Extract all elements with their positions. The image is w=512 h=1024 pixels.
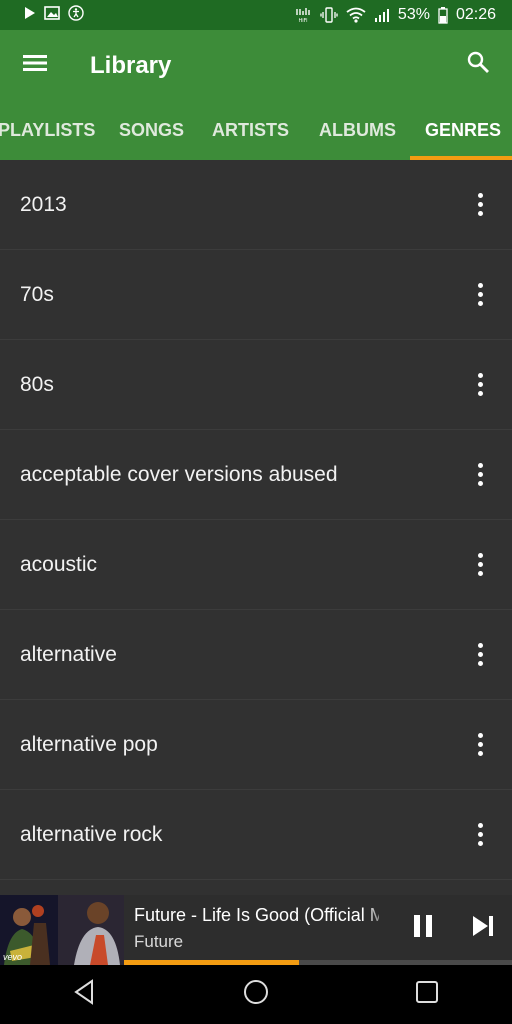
vibrate-icon (320, 7, 338, 23)
genre-name: acoustic (20, 552, 98, 576)
recents-icon (414, 979, 440, 1010)
back-button[interactable] (61, 971, 109, 1019)
more-options-icon[interactable] (468, 729, 492, 761)
signal-icon (374, 7, 390, 23)
battery-icon (438, 6, 448, 24)
more-options-icon[interactable] (468, 369, 492, 401)
image-icon (44, 5, 60, 25)
genre-name: 70s (20, 282, 54, 306)
list-item[interactable]: 80s (0, 340, 512, 430)
genre-name: 2013 (20, 192, 67, 216)
list-item[interactable]: acoustic (0, 520, 512, 610)
list-item[interactable]: alternative (0, 610, 512, 700)
pause-button[interactable] (405, 910, 441, 946)
tab-songs[interactable]: SONGS (119, 100, 184, 160)
genre-name: alternative rock (20, 822, 163, 846)
battery-percent: 53% (397, 6, 430, 23)
pause-icon (412, 914, 434, 943)
status-bar: HiFi 53% 02:26 (0, 0, 512, 30)
library-tabs: PLAYLISTS SONGS ARTISTS ALBUMS GENRES (0, 100, 512, 160)
now-playing-bar[interactable]: vevo Future - Life Is Good (Official Mus… (0, 895, 512, 965)
page-title: Library (90, 52, 172, 79)
genre-name: alternative pop (20, 732, 158, 756)
recents-button[interactable] (403, 971, 451, 1019)
genre-name: 80s (20, 372, 54, 396)
more-options-icon[interactable] (468, 549, 492, 581)
more-options-icon[interactable] (468, 459, 492, 491)
list-item[interactable]: 70s (0, 250, 512, 340)
hifi-icon: HiFi (294, 7, 312, 23)
home-icon (242, 978, 270, 1011)
skip-next-icon (471, 915, 495, 942)
title-fade (365, 895, 390, 955)
more-options-icon[interactable] (468, 279, 492, 311)
menu-icon (22, 53, 48, 78)
more-options-icon[interactable] (468, 639, 492, 671)
genre-name: acceptable cover versions abused (20, 462, 338, 486)
play-icon (24, 6, 36, 25)
list-item[interactable]: alternative pop (0, 700, 512, 790)
art-watermark: vevo (3, 952, 23, 962)
accessibility-icon (68, 4, 84, 26)
list-item[interactable]: alternative rock (0, 790, 512, 880)
tab-artists[interactable]: ARTISTS (212, 100, 289, 160)
list-item[interactable]: 2013 (0, 160, 512, 250)
clock: 02:26 (455, 6, 496, 23)
more-options-icon[interactable] (468, 819, 492, 851)
home-button[interactable] (232, 971, 280, 1019)
wifi-icon (346, 7, 366, 23)
genre-list: 2013 70s 80s acceptable cover versions a… (0, 160, 512, 895)
tab-playlists[interactable]: PLAYLISTS (0, 100, 95, 160)
tab-genres[interactable]: GENRES (425, 100, 501, 160)
system-nav-bar (0, 965, 512, 1024)
svg-text:HiFi: HiFi (298, 18, 307, 23)
menu-button[interactable] (18, 48, 52, 82)
search-icon (466, 50, 490, 79)
genre-name: alternative (20, 642, 117, 666)
skip-next-button[interactable] (465, 910, 501, 946)
tab-albums[interactable]: ALBUMS (319, 100, 396, 160)
track-artist: Future (134, 932, 184, 951)
search-button[interactable] (460, 46, 496, 82)
back-icon (72, 979, 98, 1010)
list-item[interactable]: acceptable cover versions abused (0, 430, 512, 520)
track-title: Future - Life Is Good (Official Music Vi… (134, 905, 379, 925)
app-bar: Library (0, 30, 512, 100)
album-art[interactable]: vevo (0, 895, 124, 965)
more-options-icon[interactable] (468, 189, 492, 221)
